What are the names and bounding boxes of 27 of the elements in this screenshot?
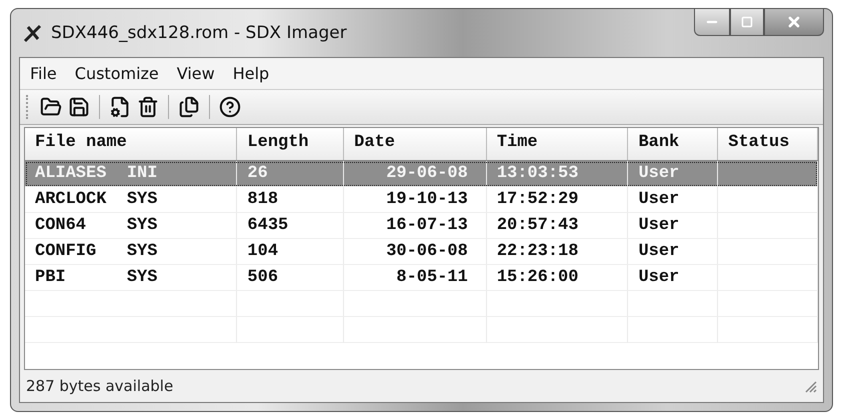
column-header[interactable]: Bank: [628, 128, 718, 160]
window-title: SDX446_sdx128.rom - SDX Imager: [51, 23, 348, 43]
maximize-icon: [741, 16, 753, 28]
close-icon: [786, 14, 802, 30]
close-button[interactable]: [764, 8, 824, 36]
column-header[interactable]: File name: [25, 128, 238, 160]
column-header[interactable]: Date: [344, 128, 487, 160]
resize-grip-icon: [803, 379, 817, 393]
table-row[interactable]: CONFIG SYS 104 30-06-08 22:23:18 User: [25, 239, 818, 265]
minimize-button[interactable]: [694, 8, 730, 36]
table-row[interactable]: CON64 SYS 6435 16-07-13 20:57:43 User: [25, 213, 818, 239]
menu-item[interactable]: View: [176, 64, 215, 83]
status-text: 287 bytes available: [26, 377, 174, 395]
column-header[interactable]: Length: [237, 128, 344, 160]
help-icon[interactable]: [218, 95, 242, 119]
table-row[interactable]: ARCLOCK SYS 818 19-10-13 17:52:29 User: [25, 187, 818, 213]
app-logo-icon: [23, 23, 43, 43]
menu-item[interactable]: Help: [232, 64, 270, 83]
column-header[interactable]: Time: [486, 128, 628, 160]
menu-item[interactable]: Customize: [74, 64, 159, 83]
table-row[interactable]: PBI SYS 506 8-05-11 15:26:00 User: [25, 265, 818, 291]
trash-icon[interactable]: [136, 95, 160, 119]
copy-files-icon[interactable]: [177, 95, 201, 119]
column-header[interactable]: Status: [718, 128, 818, 160]
save-disk-icon[interactable]: [67, 95, 91, 119]
maximize-button[interactable]: [730, 8, 764, 36]
menu-item[interactable]: File: [30, 64, 57, 83]
